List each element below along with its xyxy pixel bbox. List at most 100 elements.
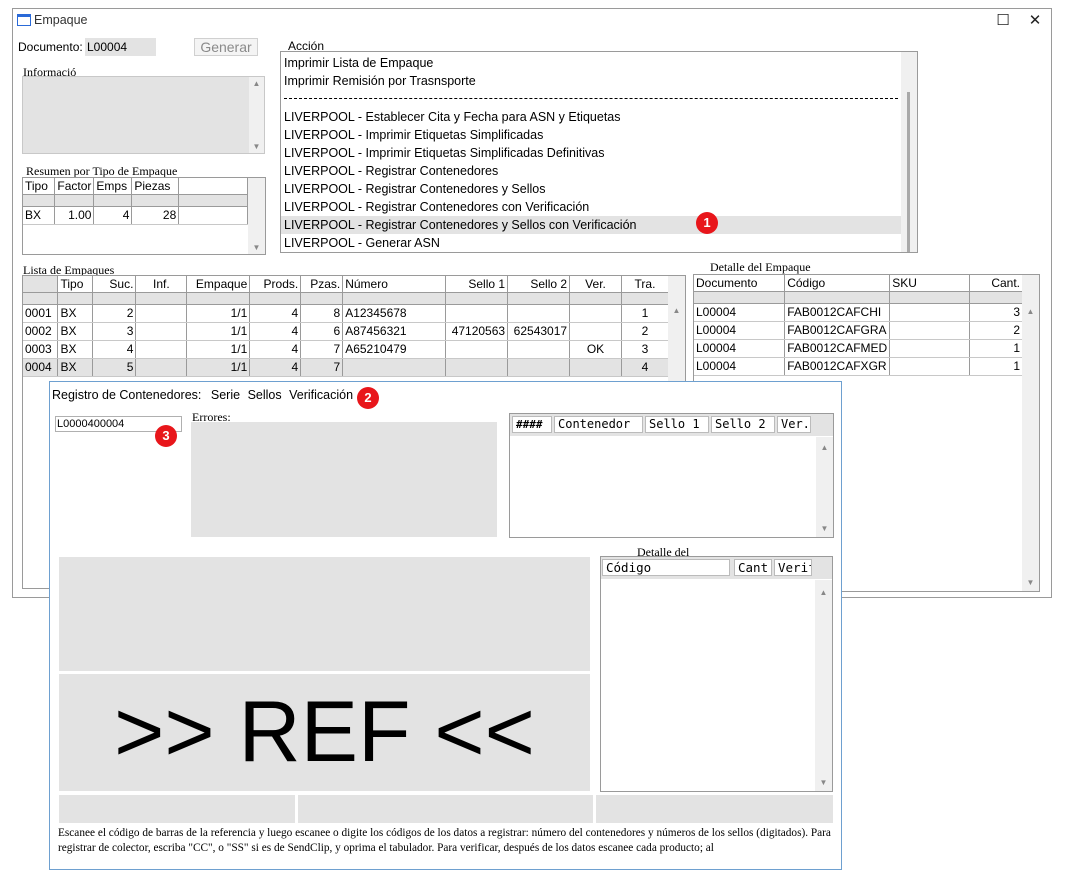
table-row[interactable]: L00004 FAB0012CAFGRA 2 bbox=[694, 321, 1024, 340]
tab-sellos[interactable]: Sellos bbox=[248, 388, 282, 402]
contenedores-header[interactable]: Ver. bbox=[777, 416, 811, 433]
lista-header[interactable]: Inf. bbox=[135, 276, 188, 293]
lista-header[interactable]: Ver. bbox=[569, 276, 622, 293]
accion-scrollbar[interactable] bbox=[901, 52, 917, 252]
resumen-header[interactable]: Factor bbox=[54, 178, 95, 195]
contenedores-header[interactable]: #### bbox=[512, 416, 552, 433]
detalle-scrollbar[interactable]: ▲ ▼ bbox=[1022, 275, 1039, 591]
lista-header[interactable]: Suc. bbox=[92, 276, 137, 293]
table-cell bbox=[445, 340, 509, 359]
accion-item[interactable]: Imprimir Lista de Empaque bbox=[281, 54, 901, 72]
table-cell: BX bbox=[57, 358, 94, 377]
contenedores-scrollbar[interactable]: ▲ ▼ bbox=[816, 437, 833, 537]
table-row[interactable]: L00004 FAB0012CAFCHI 3 bbox=[694, 303, 1024, 322]
table-cell bbox=[135, 358, 188, 377]
dialog-detalle-scrollbar[interactable]: ▲ ▼ bbox=[815, 580, 832, 791]
table-row[interactable]: L00004 FAB0012CAFXGR 1 bbox=[694, 357, 1024, 376]
lista-header[interactable]: Prods. bbox=[249, 276, 302, 293]
accion-item-selected[interactable]: LIVERPOOL - Registrar Contenedores y Sel… bbox=[281, 216, 901, 234]
table-row[interactable]: L00004 FAB0012CAFMED 1 bbox=[694, 339, 1024, 358]
lista-header[interactable]: Tipo bbox=[57, 276, 94, 293]
table-cell: BX bbox=[57, 340, 94, 359]
table-cell bbox=[445, 304, 509, 323]
tab-serie[interactable]: Serie bbox=[211, 388, 240, 402]
dialog-detalle-header[interactable]: Código bbox=[602, 559, 730, 576]
dialog-detalle-header[interactable]: Cant. bbox=[734, 559, 772, 576]
maximize-button[interactable]: ☐ bbox=[990, 11, 1016, 31]
lista-header[interactable]: Número bbox=[342, 276, 447, 293]
dialog-detalle-header[interactable]: Verif. bbox=[774, 559, 812, 576]
contenedores-header[interactable]: Sello 1 bbox=[645, 416, 709, 433]
lista-header[interactable]: Sello 2 bbox=[507, 276, 571, 293]
table-cell: 1 bbox=[969, 357, 1024, 376]
table-cell: L00004 bbox=[694, 357, 786, 376]
scroll-down-icon[interactable]: ▼ bbox=[249, 142, 264, 151]
generar-button[interactable]: Generar bbox=[194, 38, 258, 56]
detalle-header[interactable]: Documento bbox=[694, 275, 786, 292]
tab-verificacion[interactable]: Verificación bbox=[289, 388, 353, 402]
close-button[interactable]: ✕ bbox=[1022, 11, 1048, 31]
table-row[interactable]: BX 1.00 4 28 bbox=[23, 206, 248, 225]
informacion-scrollbar[interactable]: ▲ ▼ bbox=[249, 77, 264, 153]
table-cell: 6 bbox=[300, 322, 344, 341]
accion-item[interactable]: LIVERPOOL - Registrar Contenedores bbox=[281, 162, 901, 180]
lista-header[interactable]: Pzas. bbox=[300, 276, 344, 293]
accion-item[interactable]: LIVERPOOL - Imprimir Etiquetas Simplific… bbox=[281, 144, 901, 162]
lista-header[interactable]: Empaque bbox=[186, 276, 251, 293]
scroll-up-icon[interactable]: ▲ bbox=[816, 443, 833, 452]
table-cell: 7 bbox=[300, 340, 344, 359]
scroll-up-icon[interactable]: ▲ bbox=[1022, 307, 1039, 316]
scroll-down-icon[interactable]: ▼ bbox=[815, 778, 832, 787]
dialog-header: Registro de Contenedores: Serie Sellos V… bbox=[52, 388, 353, 402]
accion-list[interactable]: Imprimir Lista de Empaque Imprimir Remis… bbox=[280, 51, 918, 253]
accion-separator bbox=[281, 90, 901, 108]
detalle-header[interactable]: SKU bbox=[889, 275, 970, 292]
resumen-scrollbar[interactable]: ▼ bbox=[248, 178, 265, 254]
table-row[interactable]: 0003 BX 4 1/1 4 7 A65210479 OK 3 bbox=[23, 340, 670, 359]
scroll-up-icon[interactable]: ▲ bbox=[249, 79, 264, 88]
lista-header[interactable]: Tra. bbox=[621, 276, 670, 293]
detalle-header[interactable]: Código bbox=[784, 275, 891, 292]
documento-field[interactable]: L00004 bbox=[85, 38, 156, 56]
table-cell: 7 bbox=[300, 358, 344, 377]
instructions-text: Escanee el código de barras de la refere… bbox=[58, 827, 831, 854]
scroll-up-icon[interactable]: ▲ bbox=[815, 588, 832, 597]
annotation-badge-1: 1 bbox=[696, 212, 718, 234]
accion-item[interactable]: LIVERPOOL - Registrar Contenedores y Sel… bbox=[281, 180, 901, 198]
accion-item[interactable]: LIVERPOOL - Registrar Contenedores con V… bbox=[281, 198, 901, 216]
scroll-down-icon[interactable]: ▼ bbox=[816, 524, 833, 533]
table-cell: 3 bbox=[621, 340, 670, 359]
errores-textarea[interactable] bbox=[191, 422, 497, 537]
scroll-down-icon[interactable]: ▼ bbox=[248, 243, 265, 252]
table-row[interactable]: 0002 BX 3 1/1 4 6 A87456321 47120563 625… bbox=[23, 322, 670, 341]
resumen-header[interactable]: Piezas bbox=[131, 178, 180, 195]
scroll-up-icon[interactable]: ▲ bbox=[668, 306, 685, 315]
contenedores-grid: #### Contenedor Sello 1 Sello 2 Ver. ▲ ▼ bbox=[509, 413, 834, 538]
resumen-header[interactable]: Emps bbox=[93, 178, 133, 195]
table-row-selected[interactable]: 0004 BX 5 1/1 4 7 4 bbox=[23, 358, 670, 377]
row-number: 0001 bbox=[23, 304, 59, 323]
accion-item[interactable]: LIVERPOOL - Generar ASN bbox=[281, 234, 901, 252]
contenedores-header[interactable]: Contenedor bbox=[554, 416, 643, 433]
table-cell: 4 bbox=[621, 358, 670, 377]
resumen-header[interactable]: Tipo bbox=[23, 178, 56, 195]
scroll-down-icon[interactable]: ▼ bbox=[1022, 578, 1039, 587]
table-cell: A65210479 bbox=[342, 340, 447, 359]
table-row[interactable]: 0001 BX 2 1/1 4 8 A12345678 1 bbox=[23, 304, 670, 323]
accion-scroll-thumb[interactable] bbox=[907, 92, 910, 252]
detalle-label: Detalle del Empaque bbox=[710, 260, 811, 274]
lista-header[interactable]: Sello 1 bbox=[445, 276, 509, 293]
table-cell bbox=[569, 358, 622, 377]
contenedores-header[interactable]: Sello 2 bbox=[711, 416, 775, 433]
detalle-header[interactable]: Cant. bbox=[969, 275, 1024, 292]
informacion-textarea[interactable]: ▲ ▼ bbox=[22, 76, 265, 154]
table-cell: L00004 bbox=[694, 339, 786, 358]
accion-item[interactable]: LIVERPOOL - Establecer Cita y Fecha para… bbox=[281, 108, 901, 126]
table-cell bbox=[135, 304, 188, 323]
accion-item[interactable]: Imprimir Remisión por Trasnsporte bbox=[281, 72, 901, 90]
table-cell: 47120563 bbox=[445, 322, 509, 341]
accion-item[interactable]: LIVERPOOL - Imprimir Etiquetas Simplific… bbox=[281, 126, 901, 144]
table-cell: 1.00 bbox=[54, 206, 95, 225]
table-cell: FAB0012CAFMED bbox=[784, 339, 891, 358]
table-cell bbox=[342, 358, 447, 377]
